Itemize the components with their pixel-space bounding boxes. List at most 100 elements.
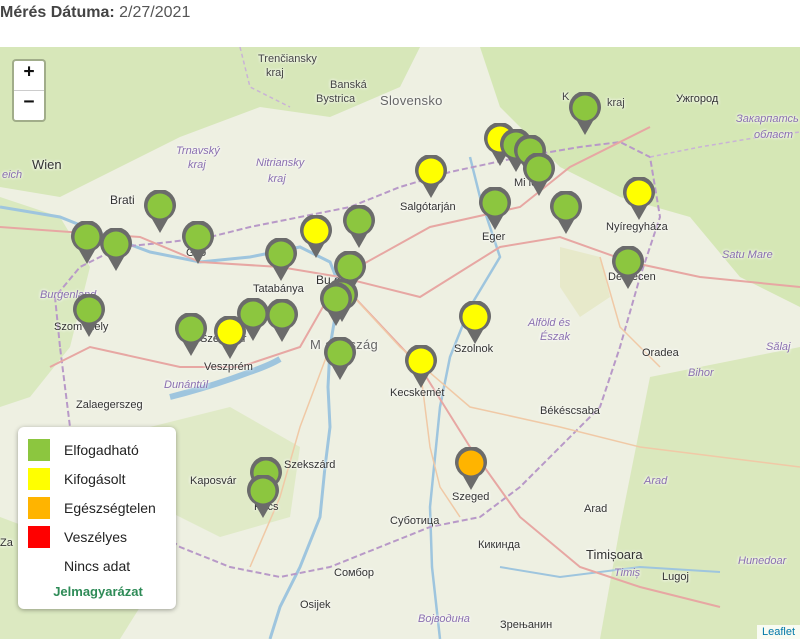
- region-label: kraj: [268, 173, 286, 185]
- marker-pin-icon: [100, 228, 132, 271]
- date-label: Mérés Dátuma:: [0, 4, 115, 21]
- legend-label: Veszélyes: [64, 528, 128, 545]
- place-label: Za: [0, 537, 13, 549]
- place-label: kraj: [266, 67, 284, 79]
- marker-pin-icon: [300, 215, 332, 258]
- legend-swatch: [28, 554, 50, 577]
- date-value: 2/27/2021: [119, 4, 191, 21]
- legend-title: Jelmagyarázat: [53, 584, 143, 599]
- station-marker[interactable]: [342, 205, 376, 249]
- place-label: Tatabánya: [253, 283, 304, 295]
- legend: Elfogadható Kifogásolt Egészségtelen Ves…: [18, 427, 176, 609]
- marker-pin-icon: [623, 177, 655, 220]
- station-marker[interactable]: [622, 177, 656, 221]
- place-label: Banská: [330, 79, 367, 91]
- station-marker[interactable]: [99, 228, 133, 272]
- station-marker[interactable]: [458, 301, 492, 345]
- region-label: Alföld és: [528, 317, 571, 329]
- place-label: Суботица: [390, 515, 440, 527]
- place-label: Eger: [482, 231, 506, 243]
- marker-pin-icon: [612, 246, 644, 289]
- station-marker[interactable]: [549, 191, 583, 235]
- station-marker[interactable]: [34, 337, 68, 381]
- country-label: Slovensko: [380, 93, 443, 108]
- legend-swatch: [28, 496, 50, 519]
- legend-label: Nincs adat: [64, 557, 131, 574]
- region-label: Trnavský: [176, 145, 220, 157]
- marker-pin-icon: [550, 191, 582, 234]
- place-label: Kaposvár: [190, 475, 237, 487]
- legend-label: Egészségtelen: [64, 499, 156, 516]
- place-label: Bystrica: [316, 93, 356, 105]
- place-label: Timișoara: [586, 547, 643, 562]
- region-label: Закарпатсь: [736, 113, 799, 125]
- legend-item: Kifogásolt: [28, 464, 168, 493]
- region-label: Sălaj: [766, 341, 791, 353]
- station-marker[interactable]: [568, 92, 602, 136]
- place-label: Szeged: [452, 491, 490, 503]
- station-marker[interactable]: [265, 299, 299, 343]
- zoom-in-button[interactable]: +: [14, 61, 44, 90]
- place-label: Osijek: [300, 599, 331, 611]
- legend-item: Elfogadható: [28, 435, 168, 464]
- marker-pin-icon: [479, 187, 511, 230]
- marker-pin-icon: [459, 301, 491, 344]
- station-marker[interactable]: [264, 238, 298, 282]
- place-label: Nyíregyháza: [606, 221, 668, 233]
- place-label: Wien: [32, 157, 62, 172]
- place-label: Zalaegerszeg: [76, 399, 143, 411]
- marker-pin-icon: [265, 238, 297, 281]
- region-label: Hunedoar: [738, 555, 787, 567]
- station-marker[interactable]: [454, 447, 488, 491]
- marker-pin-icon: [343, 205, 375, 248]
- region-label: kraj: [188, 159, 206, 171]
- region-label: Nitriansky: [256, 157, 305, 169]
- place-label: Szekszárd: [284, 459, 336, 471]
- place-label: Сомбор: [334, 567, 375, 579]
- place-label: Lugoj: [662, 571, 689, 583]
- place-label: Ужгород: [676, 93, 719, 105]
- region-label: област: [754, 129, 794, 141]
- region-label: eich: [2, 169, 23, 181]
- legend-label: Kifogásolt: [64, 470, 126, 487]
- zoom-out-button[interactable]: −: [14, 90, 44, 120]
- place-label: Veszprém: [204, 361, 253, 373]
- place-label: Trenčiansky: [258, 53, 317, 65]
- place-label: Salgótarján: [400, 201, 456, 213]
- legend-item: Nincs adat: [28, 551, 168, 580]
- marker-pin-icon: [569, 92, 601, 135]
- station-marker[interactable]: [143, 190, 177, 234]
- station-marker[interactable]: [246, 475, 280, 519]
- legend-swatch: [28, 525, 50, 548]
- legend-label: Elfogadható: [64, 441, 139, 458]
- station-marker[interactable]: [174, 313, 208, 357]
- station-marker[interactable]: [299, 215, 333, 259]
- station-marker[interactable]: [72, 294, 106, 338]
- map[interactable]: Trenčiansky kraj Banská Bystrica Slovens…: [0, 47, 800, 639]
- station-marker[interactable]: [478, 187, 512, 231]
- attribution-link[interactable]: Leaflet: [756, 625, 800, 639]
- place-label: Brati: [110, 193, 135, 207]
- marker-pin-icon: [455, 447, 487, 490]
- station-marker[interactable]: [611, 246, 645, 290]
- place-label: Кикинда: [478, 539, 521, 551]
- marker-pin-icon: [415, 155, 447, 198]
- place-label: Oradea: [642, 347, 679, 359]
- region-label: Timiș: [614, 567, 641, 579]
- measurement-date: Mérés Dátuma: 2/27/2021: [0, 4, 190, 22]
- station-marker[interactable]: [181, 221, 215, 265]
- place-label: Békéscsaba: [540, 405, 600, 417]
- marker-pin-icon: [73, 294, 105, 337]
- station-marker[interactable]: [404, 345, 438, 389]
- station-marker[interactable]: [414, 155, 448, 199]
- place-label: Arad: [584, 503, 608, 515]
- station-marker[interactable]: [319, 283, 353, 327]
- marker-pin-icon: [405, 345, 437, 388]
- legend-swatch: [28, 438, 50, 461]
- region-label: Dunántúl: [164, 379, 209, 391]
- station-marker[interactable]: [323, 337, 357, 381]
- region-label: Војводина: [418, 613, 470, 625]
- place-label: kraj: [607, 97, 625, 109]
- marker-pin-icon: [182, 221, 214, 264]
- marker-pin-icon: [144, 190, 176, 233]
